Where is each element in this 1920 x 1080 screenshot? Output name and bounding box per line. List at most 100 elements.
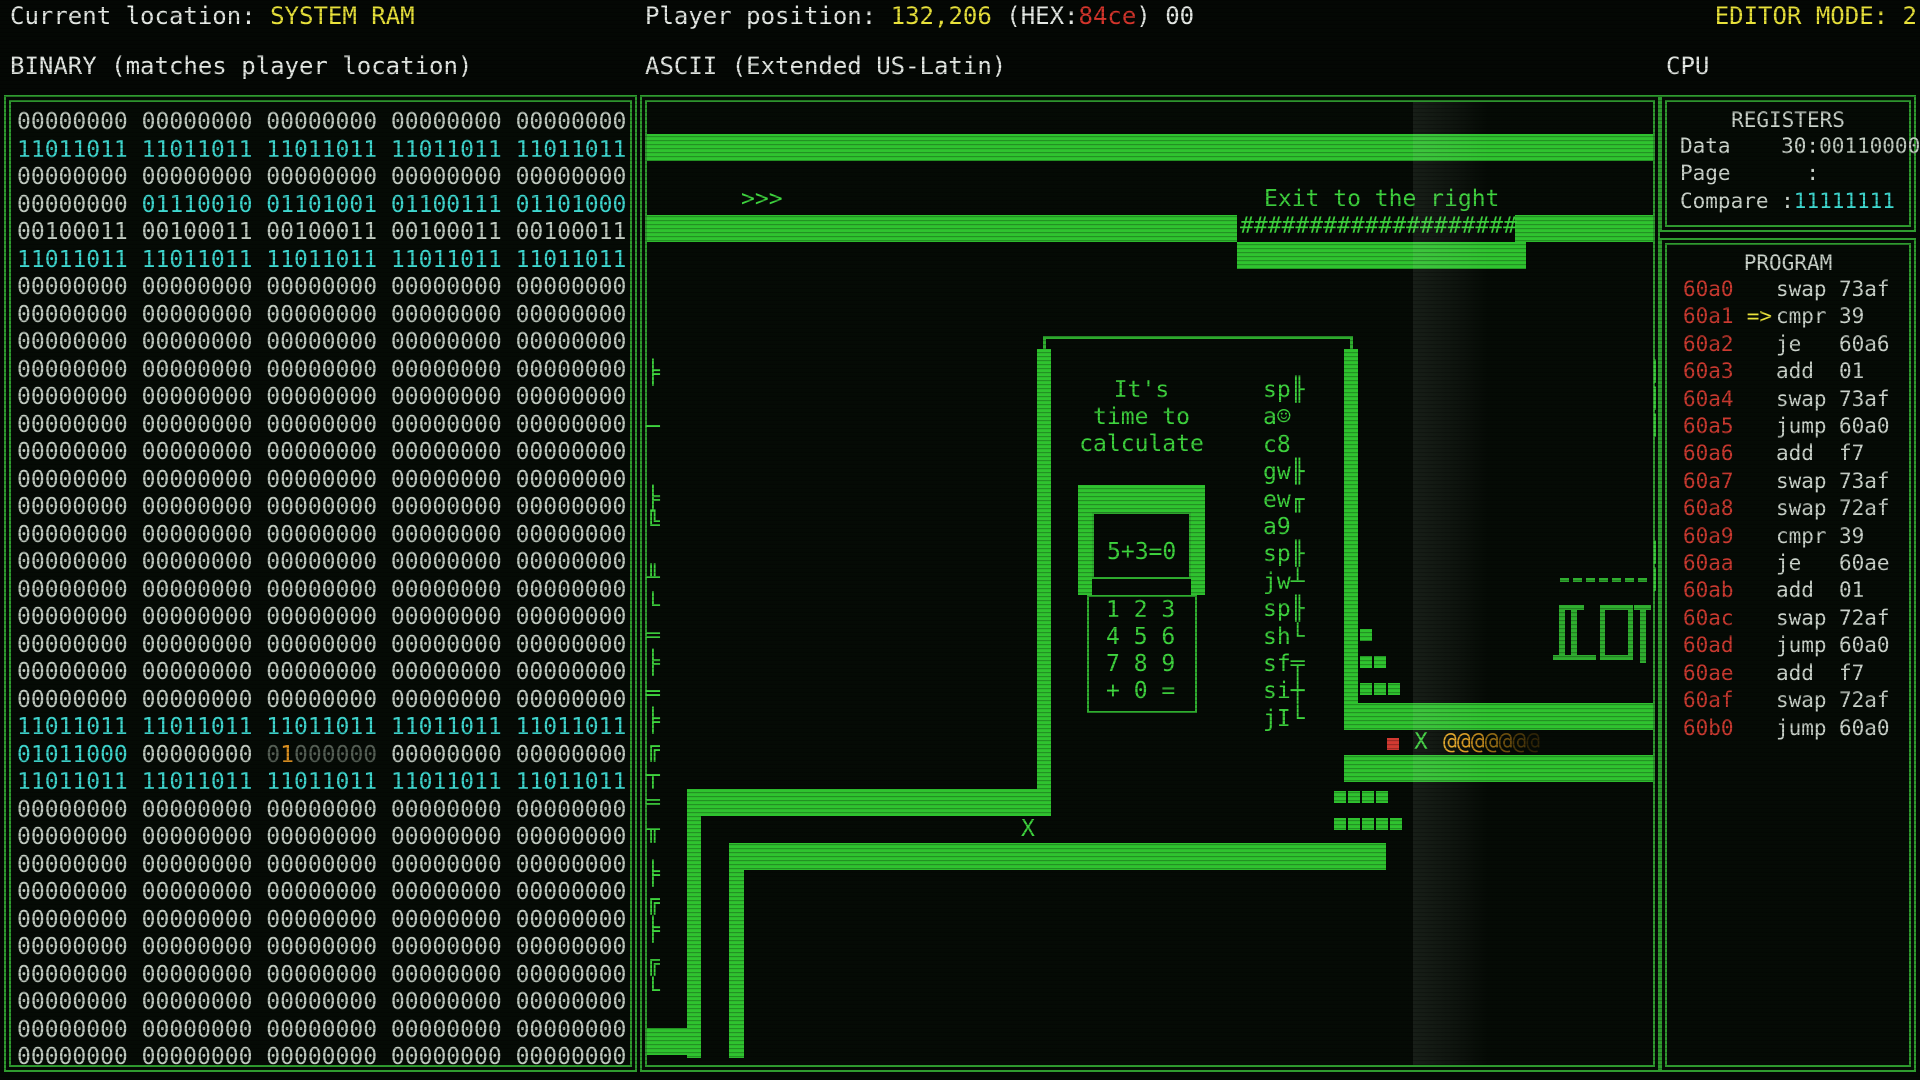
binary-row[interactable]: 00000000 00000000 00000000 00000000 0000… xyxy=(17,632,630,660)
gate-hashes: #################### xyxy=(1240,213,1517,240)
binary-row[interactable]: 00000000 00000000 00000000 00000000 0000… xyxy=(17,934,630,962)
binary-row[interactable]: 00000000 00000000 00000000 00000000 0000… xyxy=(17,357,630,385)
x-mark-lower: X xyxy=(1021,816,1035,843)
binary-row[interactable]: 00000000 00000000 00000000 00000000 0000… xyxy=(17,962,630,990)
ascii-letter-row: a☺ xyxy=(1263,404,1291,431)
ascii-letter-row: c8 xyxy=(1263,432,1291,459)
binary-row[interactable]: 00000000 00000000 00000000 00000000 0000… xyxy=(17,412,630,440)
binary-row[interactable]: 00000000 00000000 00000000 00000000 0000… xyxy=(17,852,630,880)
border-glyph: └ xyxy=(646,593,660,620)
program-row: 60b0jump60a0 xyxy=(1667,715,1909,742)
wall-lower-vertical-b xyxy=(729,843,744,1058)
binary-row[interactable]: 00000000 00000000 00000000 00000000 0000… xyxy=(17,824,630,852)
border-glyph: ─ xyxy=(646,414,660,441)
border-glyph: ╞ xyxy=(646,917,660,944)
binary-grid[interactable]: 00000000 00000000 00000000 00000000 0000… xyxy=(17,109,630,1072)
binary-row[interactable]: 00000000 00000000 00000000 00000000 0000… xyxy=(17,439,630,467)
register-row: Compare :11111111 xyxy=(1667,188,1909,215)
binary-row[interactable]: 00000000 00000000 00000000 00000000 0000… xyxy=(17,329,630,357)
binary-row[interactable]: 00000000 00000000 00000000 00000000 0000… xyxy=(17,494,630,522)
map-dot xyxy=(1334,791,1346,803)
border-glyph: ╔ xyxy=(646,950,660,977)
wall-left-vertical xyxy=(1037,349,1051,789)
border-glyph: ╞ xyxy=(646,708,660,735)
map-dot xyxy=(1638,578,1647,582)
platform-bar-lower-2 xyxy=(729,843,1386,870)
binary-row[interactable]: 00000000 00000000 00000000 00000000 0000… xyxy=(17,879,630,907)
door-art-a-bottom xyxy=(1553,655,1596,660)
map-dot xyxy=(1560,578,1569,582)
ascii-letter-row: jI└ xyxy=(1263,706,1305,733)
position-label: Player position: xyxy=(645,2,891,30)
platform-bar-right-1 xyxy=(1344,703,1653,730)
binary-row[interactable]: 00000000 00000000 00000000 00000000 0000… xyxy=(17,467,630,495)
binary-row[interactable]: 00000000 00000000 00000000 00000000 0000… xyxy=(17,302,630,330)
binary-row[interactable]: 01011000 00000000 01000000 00000000 0000… xyxy=(17,742,630,770)
map-dot xyxy=(1360,683,1372,695)
hex-close: ) xyxy=(1136,2,1165,30)
binary-row[interactable]: 00000000 00000000 00000000 00000000 0000… xyxy=(17,522,630,550)
binary-row[interactable]: 00000000 00000000 00000000 00000000 0000… xyxy=(17,1044,630,1072)
binary-row[interactable]: 00000000 00000000 00000000 00000000 0000… xyxy=(17,604,630,632)
program-row: 60a5jump60a0 xyxy=(1667,413,1909,440)
calculator-sign: It'stime tocalculate xyxy=(1078,377,1205,458)
border-glyph: ┬ xyxy=(646,763,660,790)
binary-row[interactable]: 00000000 00000000 00000000 00000000 0000… xyxy=(17,989,630,1017)
register-row: Page : xyxy=(1667,160,1909,187)
binary-row[interactable]: 00000000 01110010 01101001 01100111 0110… xyxy=(17,192,630,220)
binary-row[interactable]: 00100011 00100011 00100011 00100011 0010… xyxy=(17,219,630,247)
calculator-right-column xyxy=(1191,512,1205,595)
map-dot xyxy=(1334,818,1346,830)
platform-bar-right-2 xyxy=(1344,755,1653,782)
binary-row[interactable]: 11011011 11011011 11011011 11011011 1101… xyxy=(17,714,630,742)
player-trail: @@@@@@@ xyxy=(1443,729,1540,756)
binary-row[interactable]: 00000000 00000000 00000000 00000000 0000… xyxy=(17,549,630,577)
program-row: 60acswap72af xyxy=(1667,605,1909,632)
map-dot xyxy=(1374,656,1386,668)
binary-row[interactable]: 11011011 11011011 11011011 11011011 1101… xyxy=(17,247,630,275)
wall-lower-vertical-a xyxy=(687,789,701,1058)
binary-row[interactable]: 00000000 00000000 00000000 00000000 0000… xyxy=(17,797,630,825)
binary-row[interactable]: 00000000 00000000 00000000 00000000 0000… xyxy=(17,164,630,192)
binary-row[interactable]: 11011011 11011011 11011011 11011011 1101… xyxy=(17,769,630,797)
map-dot xyxy=(1586,578,1595,582)
binary-row[interactable]: 00000000 00000000 00000000 00000000 0000… xyxy=(17,907,630,935)
map-dot xyxy=(1573,578,1582,582)
program-row: 60a1=>cmpr39 xyxy=(1667,303,1909,330)
border-glyph: ╞ xyxy=(646,360,660,387)
map-dot xyxy=(1625,578,1634,582)
ascii-letter-row: jw┴ xyxy=(1263,569,1305,596)
register-rows: Data 30:00110000Page :Compare :11111111 xyxy=(1667,133,1909,215)
binary-row[interactable]: 00000000 00000000 00000000 00000000 0000… xyxy=(17,274,630,302)
direction-arrows: >>> xyxy=(741,186,783,213)
keypad-row[interactable]: + 0 = xyxy=(1106,678,1175,705)
ascii-letter-row: sh└ xyxy=(1263,624,1305,651)
registers-panel: REGISTERS Data 30:00110000Page :Compare … xyxy=(1660,95,1916,232)
keypad-row[interactable]: 1 2 3 xyxy=(1106,597,1175,624)
program-row: 60a7swap73af xyxy=(1667,468,1909,495)
x-mark-upper: X xyxy=(1414,729,1428,756)
door-art-a-v2 xyxy=(1571,605,1577,660)
binary-row[interactable]: 00000000 00000000 00000000 00000000 0000… xyxy=(17,687,630,715)
map-dot xyxy=(1362,818,1374,830)
binary-row[interactable]: 00000000 00000000 00000000 00000000 0000… xyxy=(17,109,630,137)
map-dot xyxy=(1612,578,1621,582)
binary-row[interactable]: 11011011 11011011 11011011 11011011 1101… xyxy=(17,137,630,165)
registers-title: REGISTERS xyxy=(1667,107,1909,133)
door-art-a-v1 xyxy=(1559,605,1565,660)
player-marker[interactable] xyxy=(1387,738,1399,750)
border-glyph: ╞ xyxy=(646,486,660,513)
map-viewport[interactable]: >>> Exit to the right ##################… xyxy=(640,95,1660,1072)
border-glyph: ╔ xyxy=(646,736,660,763)
platform-bar-lower-1 xyxy=(687,789,1051,816)
binary-memory-panel[interactable]: 00000000 00000000 00000000 00000000 0000… xyxy=(4,95,637,1072)
binary-row[interactable]: 00000000 00000000 00000000 00000000 0000… xyxy=(17,577,630,605)
keypad-row[interactable]: 7 8 9 xyxy=(1106,651,1175,678)
binary-row[interactable]: 00000000 00000000 00000000 00000000 0000… xyxy=(17,1017,630,1045)
ascii-letter-row: sf╤ xyxy=(1263,651,1305,678)
binary-row[interactable]: 00000000 00000000 00000000 00000000 0000… xyxy=(17,384,630,412)
binary-row[interactable]: 00000000 00000000 00000000 00000000 0000… xyxy=(17,659,630,687)
calculator-display-value: 5+3=0 xyxy=(1107,539,1176,566)
keypad-row[interactable]: 4 5 6 xyxy=(1106,624,1175,651)
ascii-letter-row: sp╟ xyxy=(1263,596,1305,623)
